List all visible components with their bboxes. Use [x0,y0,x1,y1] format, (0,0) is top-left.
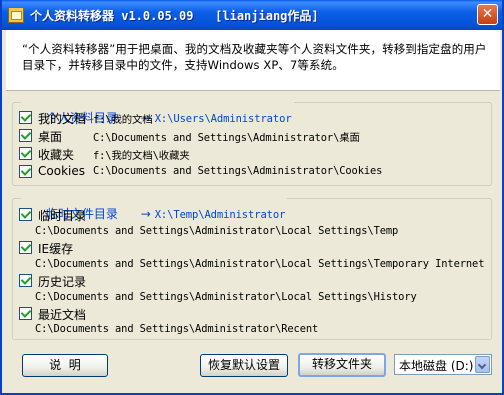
checkmark-icon[interactable] [19,208,32,221]
app-window: 个人资料转移器 v1.0.05.09 [lianjiang作品] ✕ “个人资料… [0,0,504,395]
checkmark-icon[interactable] [19,111,32,124]
target-path: X:\Users\Administrator [154,113,292,125]
checkmark-icon[interactable] [19,307,32,320]
checkmark-icon[interactable] [19,147,32,160]
intro-text: “个人资料转移器”用于把桌面、我的文档及收藏夹等个人资料文件夹，转移到指定盘的用… [22,42,487,72]
checkmark-icon[interactable] [19,241,32,254]
folder-label: 桌面 [38,130,63,144]
temp-folders-group: 临时文件目录 → X:\Temp\Administrator 临时目录 C:\D… [12,191,492,340]
title-bar[interactable]: 个人资料转移器 v1.0.05.09 [lianjiang作品] ✕ [2,0,502,30]
folder-path: C:\Documents and Settings\Administrator\… [35,323,319,335]
folder-path: f:\我的文档 [93,114,153,126]
folder-icon [8,7,24,23]
intro-panel: “个人资料转移器”用于把桌面、我的文档及收藏夹等个人资料文件夹，转移到指定盘的用… [6,30,500,91]
folder-path: C:\Documents and Settings\Administrator\… [35,258,485,270]
transfer-folders-button[interactable]: 转移文件夹 [298,353,386,377]
folder-label: 收藏夹 [38,148,75,162]
folder-path: C:\Documents and Settings\Administrator\… [35,291,417,303]
folder-label: 我的文档 [38,112,87,126]
folder-label: IE缓存 [38,242,74,256]
folder-path: C:\Documents and Settings\Administrator\… [35,225,399,237]
help-button[interactable]: 说 明 [22,354,108,377]
checkmark-icon[interactable] [19,165,32,178]
folder-label: 历史记录 [38,275,87,289]
folder-path: C:\Documents and Settings\Administrator\… [93,165,383,177]
drive-select-value: 本地磁盘 (D:) [399,359,474,373]
close-button[interactable]: ✕ [477,4,498,25]
target-path: X:\Temp\Administrator [154,209,286,221]
arrow-icon: → [140,207,151,221]
folder-label: 最近文档 [38,308,87,322]
checkmark-icon[interactable] [19,129,32,142]
folder-path: f:\我的文档\收藏夹 [93,150,190,162]
chevron-down-icon[interactable] [475,356,490,373]
folder-label: 临时目录 [38,209,87,223]
window-title: 个人资料转移器 v1.0.05.09 [lianjiang作品] [30,9,319,23]
personal-folders-group: 个人资料目录 → X:\Users\Administrator 我的文档 f:\… [12,95,492,186]
restore-defaults-button[interactable]: 恢复默认设置 [200,354,288,377]
folder-path: C:\Documents and Settings\Administrator\… [93,132,360,144]
folder-label: Cookies [38,164,85,178]
drive-select[interactable]: 本地磁盘 (D:) [394,354,492,375]
checkmark-icon[interactable] [19,274,32,287]
